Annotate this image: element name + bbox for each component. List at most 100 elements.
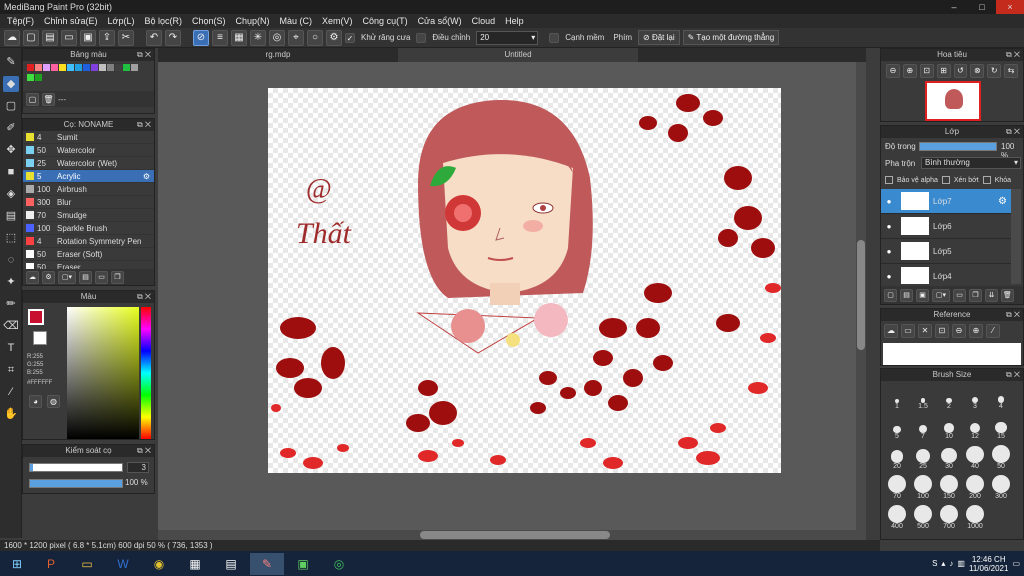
brush-size-cell[interactable]: 300 — [989, 475, 1013, 500]
fit-icon[interactable]: ⊡ — [919, 64, 934, 78]
brush-size-cell[interactable]: 70 — [885, 475, 909, 500]
vertical-scrollbar[interactable] — [856, 62, 866, 540]
menu-select[interactable]: Chọn(S) — [187, 16, 231, 26]
new-file-icon[interactable]: ▢ — [23, 29, 39, 46]
curve-snap-icon[interactable]: ○ — [307, 29, 323, 46]
brush-size-cell[interactable]: 200 — [963, 475, 987, 500]
brush-item[interactable]: 25 Watercolor (Wet) — [23, 157, 154, 170]
duplicate-icon[interactable]: ❐ — [111, 270, 124, 284]
swatch[interactable] — [99, 64, 106, 71]
eyedropper-icon[interactable]: ◍ — [47, 395, 60, 408]
brush-size-cell[interactable]: 700 — [937, 505, 961, 530]
reset-button[interactable]: ⊘ Đặt lại — [638, 30, 680, 45]
close-icon[interactable]: ⧉ ✕ — [1006, 309, 1020, 321]
reset-view-icon[interactable]: ⊗ — [970, 64, 985, 78]
tab-untitled[interactable]: Untitled — [398, 48, 638, 62]
radial-snap-icon[interactable]: ✳ — [250, 29, 266, 46]
brush-item[interactable]: 50 Eraser — [23, 261, 154, 269]
opacity-slider[interactable] — [29, 479, 123, 488]
snap-off-icon[interactable]: ⊘ — [193, 29, 209, 46]
dot-tool-icon[interactable]: ▢ — [3, 98, 19, 114]
maximize-button[interactable]: □ — [968, 0, 996, 14]
layer-scrollbar[interactable] — [1011, 189, 1021, 284]
explorer-icon[interactable]: ▭ — [70, 553, 104, 575]
zoom-in-icon[interactable]: ⊕ — [902, 64, 917, 78]
zoom-out-icon[interactable]: ⊖ — [886, 64, 900, 78]
folder-icon[interactable]: ▭ — [953, 288, 966, 302]
redo-icon[interactable]: ↷ — [165, 29, 181, 46]
brush-size-cell[interactable]: 100 — [911, 475, 935, 500]
tray-network-icon[interactable]: ▥ — [957, 559, 965, 568]
duplicate-layer-icon[interactable]: ❐ — [969, 288, 982, 302]
brush-size-cell[interactable]: 400 — [885, 505, 909, 530]
hue-slider[interactable] — [141, 307, 151, 439]
brush-size-cell[interactable]: 3 — [963, 385, 987, 410]
select-tool-icon[interactable]: ⬚ — [3, 230, 19, 246]
concentric-snap-icon[interactable]: ◎ — [269, 29, 285, 46]
clipping-checkbox[interactable] — [941, 176, 950, 184]
rotate-right-icon[interactable]: ↻ — [987, 64, 1002, 78]
eye-icon[interactable]: ● — [881, 247, 897, 256]
select-pen-tool-icon[interactable]: ✏ — [3, 296, 19, 312]
clock[interactable]: 12:46 CH 11/06/2021 — [969, 555, 1008, 573]
add-brush-icon[interactable]: ▢▾ — [58, 270, 76, 284]
chrome2-icon[interactable]: ◎ — [322, 553, 356, 575]
eye-icon[interactable]: ● — [881, 222, 897, 231]
brush-item[interactable]: 300 Blur — [23, 196, 154, 209]
make-line-button[interactable]: ✎ Tạo một đường thẳng — [682, 30, 780, 45]
menu-snap[interactable]: Chụp(N) — [231, 16, 275, 26]
brush-item[interactable]: 100 Airbrush — [23, 183, 154, 196]
notification-icon[interactable]: ▭ — [1012, 559, 1020, 568]
zalo-icon[interactable]: ▣ — [286, 553, 320, 575]
menu-window[interactable]: Cửa sổ(W) — [413, 16, 467, 26]
save-icon[interactable]: ▣ — [80, 29, 96, 46]
merge-layer-icon[interactable]: ⇊ — [985, 288, 998, 302]
blend-select[interactable]: Bình thường ▾ — [921, 157, 1021, 169]
menu-color[interactable]: Màu (C) — [275, 16, 318, 26]
swatch[interactable] — [67, 64, 74, 71]
zoom-out-icon[interactable]: ⊖ — [952, 324, 966, 338]
magic-wand-tool-icon[interactable]: ✦ — [3, 274, 19, 290]
close-icon[interactable]: ⧉ ✕ — [137, 49, 151, 61]
horizontal-scrollbar[interactable] — [158, 530, 856, 540]
lock-checkbox[interactable] — [982, 176, 991, 184]
blur-tool-icon[interactable]: ✐ — [3, 120, 19, 136]
tray-arrow-icon[interactable]: ▴ — [941, 559, 945, 568]
eraser-tool-icon[interactable]: ◆ — [3, 76, 19, 92]
undo-icon[interactable]: ↶ — [146, 29, 162, 46]
minimize-button[interactable]: – — [940, 0, 968, 14]
word-icon[interactable]: W — [106, 553, 140, 575]
delete-layer-icon[interactable]: 🗑 — [1001, 288, 1014, 302]
brush-tool-icon[interactable]: ✎ — [3, 54, 19, 70]
brush-size-cell[interactable]: 20 — [885, 445, 909, 470]
close-icon[interactable]: ⧉ ✕ — [1006, 126, 1020, 138]
tab-rg-mdp[interactable]: rg.mdp — [158, 48, 398, 62]
navigator-thumbnail[interactable] — [925, 81, 981, 121]
menu-tools[interactable]: Công cụ(T) — [358, 16, 413, 26]
open-folder-icon[interactable]: ▭ — [901, 324, 915, 338]
swatch[interactable] — [83, 64, 90, 71]
swatch[interactable] — [115, 64, 122, 71]
eye-icon[interactable]: ● — [881, 197, 897, 206]
antialias-checkbox[interactable]: ✓ — [345, 32, 355, 43]
flip-icon[interactable]: ⇆ — [1004, 64, 1018, 78]
eye-icon[interactable]: ● — [881, 272, 897, 281]
tray-skype-icon[interactable]: S — [932, 559, 937, 568]
rotate-left-icon[interactable]: ↺ — [953, 64, 968, 78]
horizontal-scroll-thumb[interactable] — [420, 531, 610, 539]
new-8bit-icon[interactable]: ▣ — [916, 288, 929, 302]
select-eraser-tool-icon[interactable]: ⌫ — [3, 318, 19, 334]
swatch[interactable] — [107, 64, 114, 71]
swatch[interactable] — [43, 64, 50, 71]
swatch[interactable] — [27, 74, 34, 81]
brush-size-cell[interactable]: 150 — [937, 475, 961, 500]
brush-size-cell[interactable]: 1.5 — [911, 385, 935, 410]
eyedropper-icon[interactable]: ⁄ — [986, 324, 1000, 338]
divide-tool-icon[interactable]: ⌗ — [3, 362, 19, 378]
add-layer-menu-icon[interactable]: ▢▾ — [932, 288, 950, 302]
open-file-icon[interactable]: ▤ — [42, 29, 58, 46]
menu-filter[interactable]: Bộ lọc(R) — [139, 16, 187, 26]
background-color[interactable] — [33, 331, 47, 345]
gear-icon[interactable]: ⚙ — [998, 196, 1011, 207]
brush-item[interactable]: 5 Acrylic ⚙ — [23, 170, 154, 183]
